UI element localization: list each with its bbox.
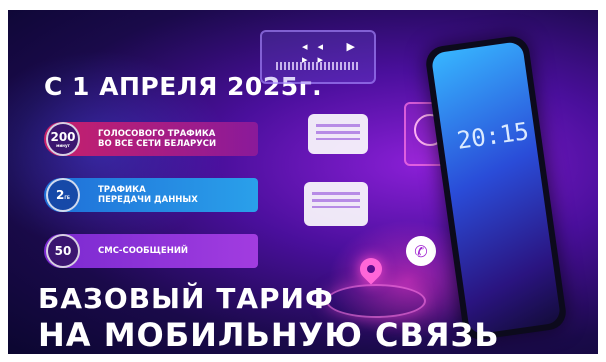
benefit-badge: 200 минут [46, 122, 80, 156]
chat-icon [308, 114, 368, 154]
benefit-line: ПЕРЕДАЧИ ДАННЫХ [98, 195, 198, 205]
benefit-text: ГОЛОСОВОГО ТРАФИКА ВО ВСЕ СЕТИ БЕЛАРУСИ [98, 129, 216, 149]
promo-banner: С 1 АПРЕЛЯ 2025г. 200 минут ГОЛОСОВОГО Т… [8, 10, 598, 354]
audio-waveform [276, 62, 360, 70]
benefit-data: 2ГБ ТРАФИКА ПЕРЕДАЧИ ДАННЫХ [44, 178, 258, 212]
benefit-line: ГОЛОСОВОГО ТРАФИКА [98, 129, 216, 139]
benefit-number: 200 [50, 129, 76, 144]
chat-icon [304, 182, 368, 226]
benefit-text: ТРАФИКА ПЕРЕДАЧИ ДАННЫХ [98, 185, 198, 205]
benefit-text: СМС-СООБЩЕНИЙ [98, 246, 188, 256]
benefit-line: СМС-СООБЩЕНИЙ [98, 246, 189, 256]
location-rings [326, 284, 426, 318]
chat-text-lines [312, 192, 360, 208]
benefit-sms: 50 СМС-СООБЩЕНИЙ [44, 234, 258, 268]
benefit-line: ВО ВСЕ СЕТИ БЕЛАРУСИ [98, 139, 217, 149]
tariff-subtitle: НА МОБИЛЬНУЮ СВЯЗЬ [38, 316, 500, 354]
benefit-badge: 50 [46, 234, 80, 268]
phone-clock: 20:15 [455, 117, 531, 155]
benefit-number: 50 [54, 244, 72, 258]
benefit-badge: 2ГБ [46, 178, 80, 212]
benefit-line: ТРАФИКА [98, 185, 146, 195]
benefit-voice: 200 минут ГОЛОСОВОГО ТРАФИКА ВО ВСЕ СЕТИ… [44, 122, 258, 156]
benefit-unit: минут [56, 142, 70, 148]
chat-text-lines [316, 124, 360, 140]
benefit-number: 2ГБ [56, 188, 70, 202]
tariff-title: БАЗОВЫЙ ТАРИФ [38, 282, 334, 315]
music-player-panel: ◂◂ ▶ ▸▸ [260, 30, 376, 84]
phone-call-icon: ✆ [406, 236, 436, 266]
